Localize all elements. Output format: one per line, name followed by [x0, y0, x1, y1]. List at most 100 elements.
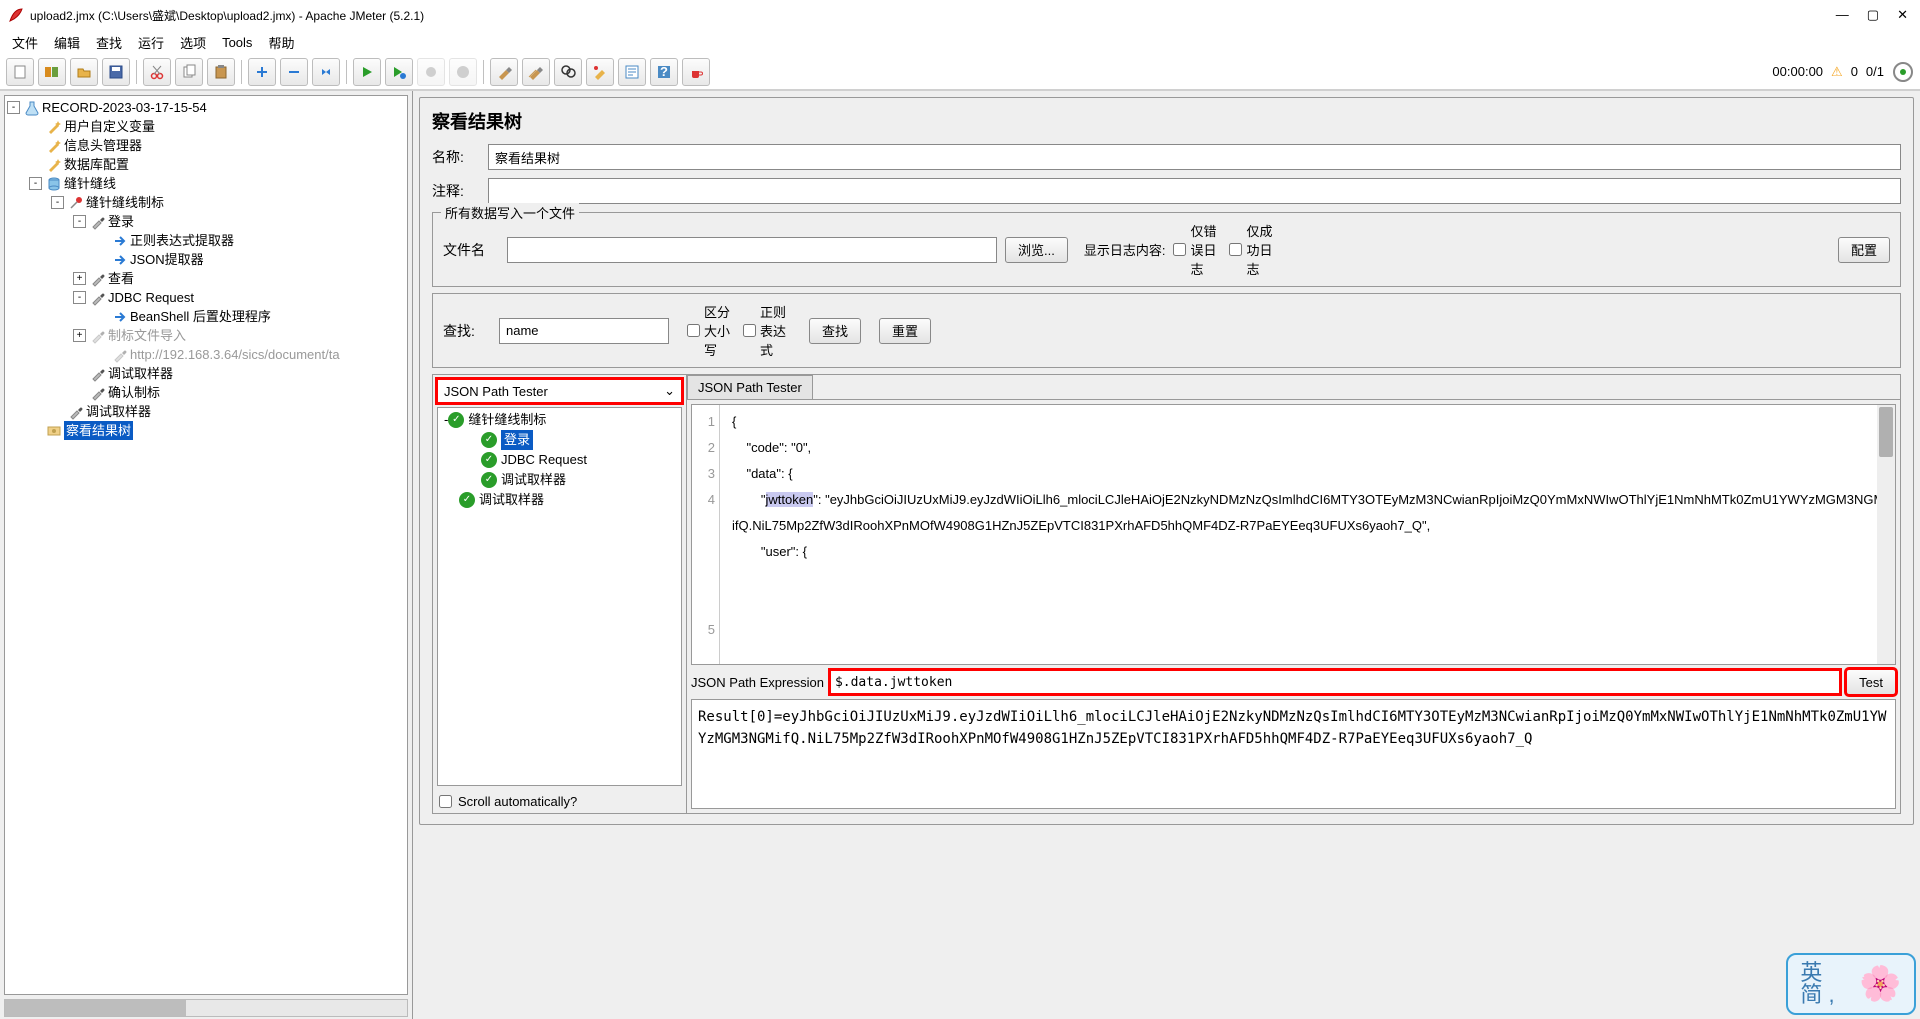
search-input[interactable]	[499, 318, 669, 344]
tree-toggle[interactable]: -	[51, 196, 64, 209]
menu-search[interactable]: 查找	[96, 33, 122, 52]
maximize-button[interactable]: ▢	[1867, 7, 1879, 23]
expand-icon[interactable]	[248, 58, 276, 86]
warn-count: 0	[1851, 64, 1858, 79]
expr-label: JSON Path Expression	[691, 675, 824, 690]
svg-text:?: ?	[660, 64, 668, 79]
new-icon[interactable]	[6, 58, 34, 86]
search-button[interactable]: 查找	[809, 318, 861, 344]
close-button[interactable]: ✕	[1897, 7, 1908, 23]
start-notimers-icon[interactable]	[385, 58, 413, 86]
tree-item[interactable]: -登录	[7, 212, 407, 231]
reset-button[interactable]: 重置	[879, 318, 931, 344]
templates-icon[interactable]	[38, 58, 66, 86]
tree-item[interactable]: -RECORD-2023-03-17-15-54	[7, 98, 407, 117]
filename-input[interactable]	[507, 237, 997, 263]
menu-options[interactable]: 选项	[180, 33, 206, 52]
flask-icon	[24, 100, 40, 116]
tree-toggle[interactable]: -	[7, 101, 20, 114]
only-success-checkbox[interactable]	[1229, 243, 1242, 256]
save-icon[interactable]	[102, 58, 130, 86]
code-vscrollbar[interactable]	[1877, 405, 1895, 664]
tree-item[interactable]: 调试取样器	[7, 364, 407, 383]
tree-item[interactable]: 用户自定义变量	[7, 117, 407, 136]
tree-item[interactable]: 确认制标	[7, 383, 407, 402]
renderer-dropdown[interactable]: JSON Path Tester⌄	[437, 379, 682, 403]
tree-item[interactable]: + 制标文件导入	[7, 326, 407, 345]
tree-item-label: 制标文件导入	[108, 326, 186, 345]
tree-item[interactable]: 信息头管理器	[7, 136, 407, 155]
tree-item[interactable]: http://192.168.3.64/sics/document/ta	[7, 345, 407, 364]
tree-item[interactable]: 察看结果树	[7, 421, 407, 440]
search-icon[interactable]	[554, 58, 582, 86]
result-output[interactable]: Result[0]=eyJhbGciOiJIUzUxMiJ9.eyJzdWIiO…	[691, 699, 1896, 809]
warning-icon[interactable]: ⚠	[1831, 64, 1843, 80]
clear-icon[interactable]	[490, 58, 518, 86]
toggle-icon[interactable]	[312, 58, 340, 86]
tree-item[interactable]: BeanShell 后置处理程序	[7, 307, 407, 326]
sample-item[interactable]: ✓调试取样器	[440, 470, 679, 490]
titlebar: upload2.jmx (C:\Users\盛斌\Desktop\upload2…	[0, 0, 1920, 30]
tab-json-tester[interactable]: JSON Path Tester	[687, 375, 813, 399]
start-icon[interactable]	[353, 58, 381, 86]
name-input[interactable]	[488, 144, 1901, 170]
success-icon: ✓	[459, 492, 475, 508]
tree-toggle[interactable]: +	[73, 329, 86, 342]
success-icon: ✓	[481, 432, 497, 448]
tree-item[interactable]: 调试取样器	[7, 402, 407, 421]
collapse-icon[interactable]	[280, 58, 308, 86]
menu-file[interactable]: 文件	[12, 33, 38, 52]
browse-button[interactable]: 浏览...	[1005, 237, 1068, 263]
tree-toggle[interactable]: +	[73, 272, 86, 285]
tree-toggle[interactable]: -	[29, 177, 42, 190]
tree-item[interactable]: 正则表达式提取器	[7, 231, 407, 250]
menu-help[interactable]: 帮助	[268, 33, 294, 52]
success-icon: ✓	[481, 472, 497, 488]
tree-item[interactable]: -缝针缝线	[7, 174, 407, 193]
menu-run[interactable]: 运行	[138, 33, 164, 52]
sample-item[interactable]: ✓JDBC Request	[440, 450, 679, 470]
clear-all-icon[interactable]	[522, 58, 550, 86]
comment-input[interactable]	[488, 178, 1901, 204]
coffee-icon[interactable]	[682, 58, 710, 86]
menu-edit[interactable]: 编辑	[54, 33, 80, 52]
tree-item[interactable]: - JDBC Request	[7, 288, 407, 307]
minimize-button[interactable]: —	[1836, 7, 1849, 23]
case-sensitive-checkbox[interactable]	[687, 324, 700, 337]
tree-item-label: JDBC Request	[108, 288, 194, 307]
arrow-icon	[112, 252, 128, 268]
reset-search-icon[interactable]	[586, 58, 614, 86]
tree-toggle[interactable]: -	[73, 291, 86, 304]
help-icon[interactable]: ?	[650, 58, 678, 86]
stop-icon[interactable]	[417, 58, 445, 86]
tree-item[interactable]: -缝针缝线制标	[7, 193, 407, 212]
sample-item[interactable]: -✓缝针缝线制标	[440, 410, 679, 430]
sample-item[interactable]: ✓登录	[440, 430, 679, 450]
success-icon: ✓	[448, 412, 464, 428]
scroll-auto-checkbox[interactable]	[439, 795, 452, 808]
copy-icon[interactable]	[175, 58, 203, 86]
cut-icon[interactable]	[143, 58, 171, 86]
shutdown-icon[interactable]	[449, 58, 477, 86]
regex-checkbox[interactable]	[743, 324, 756, 337]
sample-item[interactable]: ✓调试取样器	[440, 490, 679, 510]
tree-item[interactable]: JSON提取器	[7, 250, 407, 269]
menu-tools[interactable]: Tools	[222, 35, 252, 50]
paste-icon[interactable]	[207, 58, 235, 86]
ime-widget[interactable]: 英 简 , 🌸	[1786, 953, 1916, 1015]
tree-item[interactable]: +查看	[7, 269, 407, 288]
function-helper-icon[interactable]	[618, 58, 646, 86]
tree-toggle[interactable]: -	[73, 215, 86, 228]
only-errors-checkbox[interactable]	[1173, 243, 1186, 256]
open-icon[interactable]	[70, 58, 98, 86]
tree-item[interactable]: 数据库配置	[7, 155, 407, 174]
sample-tree[interactable]: -✓缝针缝线制标✓登录✓JDBC Request✓调试取样器✓调试取样器	[437, 407, 682, 786]
pipette-icon	[90, 214, 106, 230]
horizontal-scrollbar[interactable]	[4, 999, 408, 1017]
elapsed-time: 00:00:00	[1772, 64, 1823, 79]
response-body[interactable]: 1234 5 { "code": "0", "data": { "jwttoke…	[691, 404, 1896, 665]
test-button[interactable]: Test	[1846, 669, 1896, 695]
config-button[interactable]: 配置	[1838, 237, 1890, 263]
json-path-input[interactable]	[830, 670, 1840, 694]
tree-item-label: 信息头管理器	[64, 136, 142, 155]
